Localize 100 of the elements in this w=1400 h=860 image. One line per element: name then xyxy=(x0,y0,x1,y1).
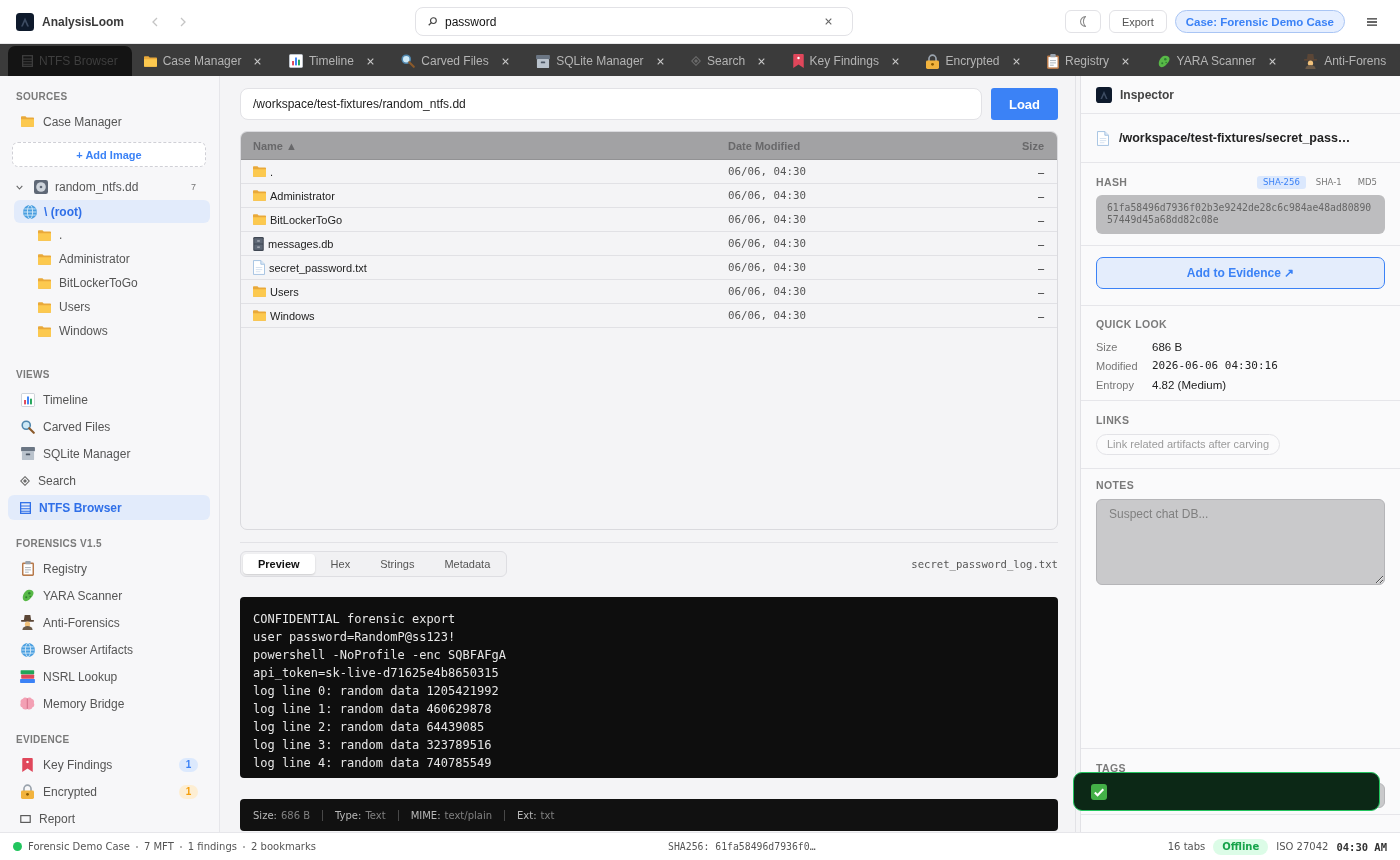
notes-field[interactable]: Suspect chat DB... xyxy=(1096,499,1385,585)
close-icon[interactable] xyxy=(366,57,374,65)
person-with-hat-icon xyxy=(1303,53,1319,69)
tab[interactable]: Key Findings xyxy=(780,46,915,76)
lock-icon xyxy=(926,53,940,69)
close-icon[interactable] xyxy=(501,57,509,65)
tab[interactable]: Registry xyxy=(1035,46,1145,76)
add-image-button[interactable]: + Add Image xyxy=(12,142,206,167)
tab[interactable]: Encrypted xyxy=(914,46,1035,76)
tab[interactable]: Anti-Forens xyxy=(1291,46,1400,76)
tree-item[interactable]: BitLockerToGo xyxy=(8,271,210,295)
bar-chart-icon xyxy=(20,392,35,407)
bookmark-icon xyxy=(792,54,804,68)
section-title: HASH xyxy=(1096,175,1128,189)
table-cell-text: – xyxy=(1036,165,1044,178)
table-row[interactable]: BitLockerToGo 06/06, 04:30 – xyxy=(241,208,1057,232)
hash-text: SHA256: 61fa58496d7936f0… xyxy=(668,841,816,852)
sidebar-item[interactable]: Timeline xyxy=(8,387,210,412)
folder-icon xyxy=(143,55,157,67)
table-cell-text: 06/06, 04:30 xyxy=(728,165,807,178)
table-row[interactable]: Administrator 06/06, 04:30 – xyxy=(241,184,1057,208)
export-button[interactable]: Export xyxy=(1108,10,1167,33)
field-value: 4.82 (Medium) xyxy=(1152,378,1228,391)
file-name: BitLockerToGo xyxy=(270,213,343,226)
tree-item[interactable]: Administrator xyxy=(8,247,210,271)
close-icon[interactable] xyxy=(254,57,262,65)
sidebar-item[interactable]: Anti-Forensics xyxy=(8,610,210,635)
tree-item[interactable]: . xyxy=(8,223,210,247)
close-icon[interactable] xyxy=(825,18,832,25)
count-label: 7 xyxy=(191,182,196,192)
close-icon[interactable] xyxy=(891,57,899,65)
search-bar[interactable]: password xyxy=(415,7,853,36)
text-line: log line 4: random data 740785549 xyxy=(253,755,493,772)
magnifier-icon xyxy=(401,54,416,68)
file-path: /workspace/test-fixtures/secret_pass… xyxy=(1119,131,1351,145)
folder-icon xyxy=(38,301,51,313)
view-tab[interactable]: Strings xyxy=(366,554,429,574)
sidebar-item[interactable]: Registry xyxy=(8,556,210,581)
close-icon[interactable] xyxy=(1012,57,1020,65)
sidebar-item[interactable]: Key Findings 1 xyxy=(8,752,210,777)
table-cell-text: 06/06, 04:30 xyxy=(728,261,807,274)
view-tab[interactable]: Hex xyxy=(316,554,365,574)
close-icon[interactable] xyxy=(1122,57,1129,65)
chevron-down-icon[interactable] xyxy=(16,184,23,190)
tree-item[interactable]: Users xyxy=(8,295,210,319)
tab[interactable]: YARA Scanner xyxy=(1144,46,1292,76)
link-hint: Link related artifacts after carving xyxy=(1096,434,1281,455)
check-icon xyxy=(1091,783,1107,800)
folder-icon xyxy=(38,253,51,265)
hash-type-tab[interactable]: MD5 xyxy=(1351,175,1383,189)
table-row[interactable]: messages.db 06/06, 04:30 – xyxy=(241,232,1057,256)
sidebar-item[interactable]: SQLite Manager xyxy=(8,441,210,466)
section-title: LINKS xyxy=(1096,413,1131,427)
table-cell-text: 06/06, 04:30 xyxy=(728,285,807,298)
globe-icon xyxy=(22,204,37,219)
tree-item[interactable]: \ (root) xyxy=(14,200,210,223)
sidebar-item[interactable]: Memory Bridge xyxy=(8,691,210,716)
app-name: AnalysisLoom xyxy=(42,14,125,29)
tree-item[interactable]: Windows xyxy=(8,319,210,343)
table-cell-text: – xyxy=(1036,261,1044,274)
sidebar-item[interactable]: Report xyxy=(8,806,210,831)
folder-icon xyxy=(253,214,266,225)
sidebar-item[interactable]: YARA Scanner xyxy=(8,583,210,608)
status-text: 1 findings xyxy=(187,841,237,852)
path-field[interactable]: /workspace/test-fixtures/random_ntfs.dd xyxy=(240,88,982,120)
section-title: NOTES xyxy=(1096,478,1136,492)
tab[interactable]: Search xyxy=(679,46,781,76)
sidebar-item[interactable]: Search xyxy=(8,468,210,493)
close-icon[interactable] xyxy=(1268,57,1276,65)
table-cell-text: 06/06, 04:30 xyxy=(728,237,807,250)
table-row[interactable]: Windows 06/06, 04:30 – xyxy=(241,304,1057,328)
view-tab[interactable]: Metadata xyxy=(430,554,505,574)
table-row[interactable]: secret_password.txt 06/06, 04:30 – xyxy=(241,256,1057,280)
menu-icon[interactable] xyxy=(1367,17,1377,26)
search-field[interactable]: password xyxy=(445,11,817,32)
tree-item[interactable]: random_ntfs.dd 7 xyxy=(8,176,210,198)
theme-toggle-button[interactable] xyxy=(1064,10,1101,33)
sidebar-item[interactable]: Encrypted 1 xyxy=(8,779,210,804)
load-button[interactable]: Load xyxy=(991,88,1058,120)
sidebar-item[interactable]: Carved Files xyxy=(8,414,210,439)
close-icon[interactable] xyxy=(656,57,664,65)
tab[interactable]: SQLite Manager xyxy=(524,46,680,76)
books-icon xyxy=(20,670,35,683)
diamond-icon xyxy=(20,475,30,486)
section-title: EVIDENCE xyxy=(15,733,71,747)
status-text: 2 bookmarks xyxy=(251,841,316,852)
tab[interactable]: Carved Files xyxy=(389,46,525,76)
tab[interactable]: Timeline xyxy=(276,46,390,76)
close-icon[interactable] xyxy=(758,57,766,65)
hash-type-tab[interactable]: SHA-1 xyxy=(1309,175,1348,189)
sidebar-item[interactable]: Case Manager xyxy=(8,109,210,134)
magnifier-icon xyxy=(20,419,35,434)
tab[interactable]: Case Manager xyxy=(131,46,277,76)
sidebar-item[interactable]: NTFS Browser xyxy=(8,495,210,520)
person-with-hat-icon xyxy=(20,615,35,630)
sidebar-item[interactable]: Browser Artifacts xyxy=(8,637,210,662)
table-row[interactable]: . 06/06, 04:30 – xyxy=(241,160,1057,184)
view-tab[interactable]: Preview xyxy=(243,554,315,574)
table-row[interactable]: Users 06/06, 04:30 – xyxy=(241,280,1057,304)
sidebar-item[interactable]: NSRL Lookup xyxy=(8,664,210,689)
